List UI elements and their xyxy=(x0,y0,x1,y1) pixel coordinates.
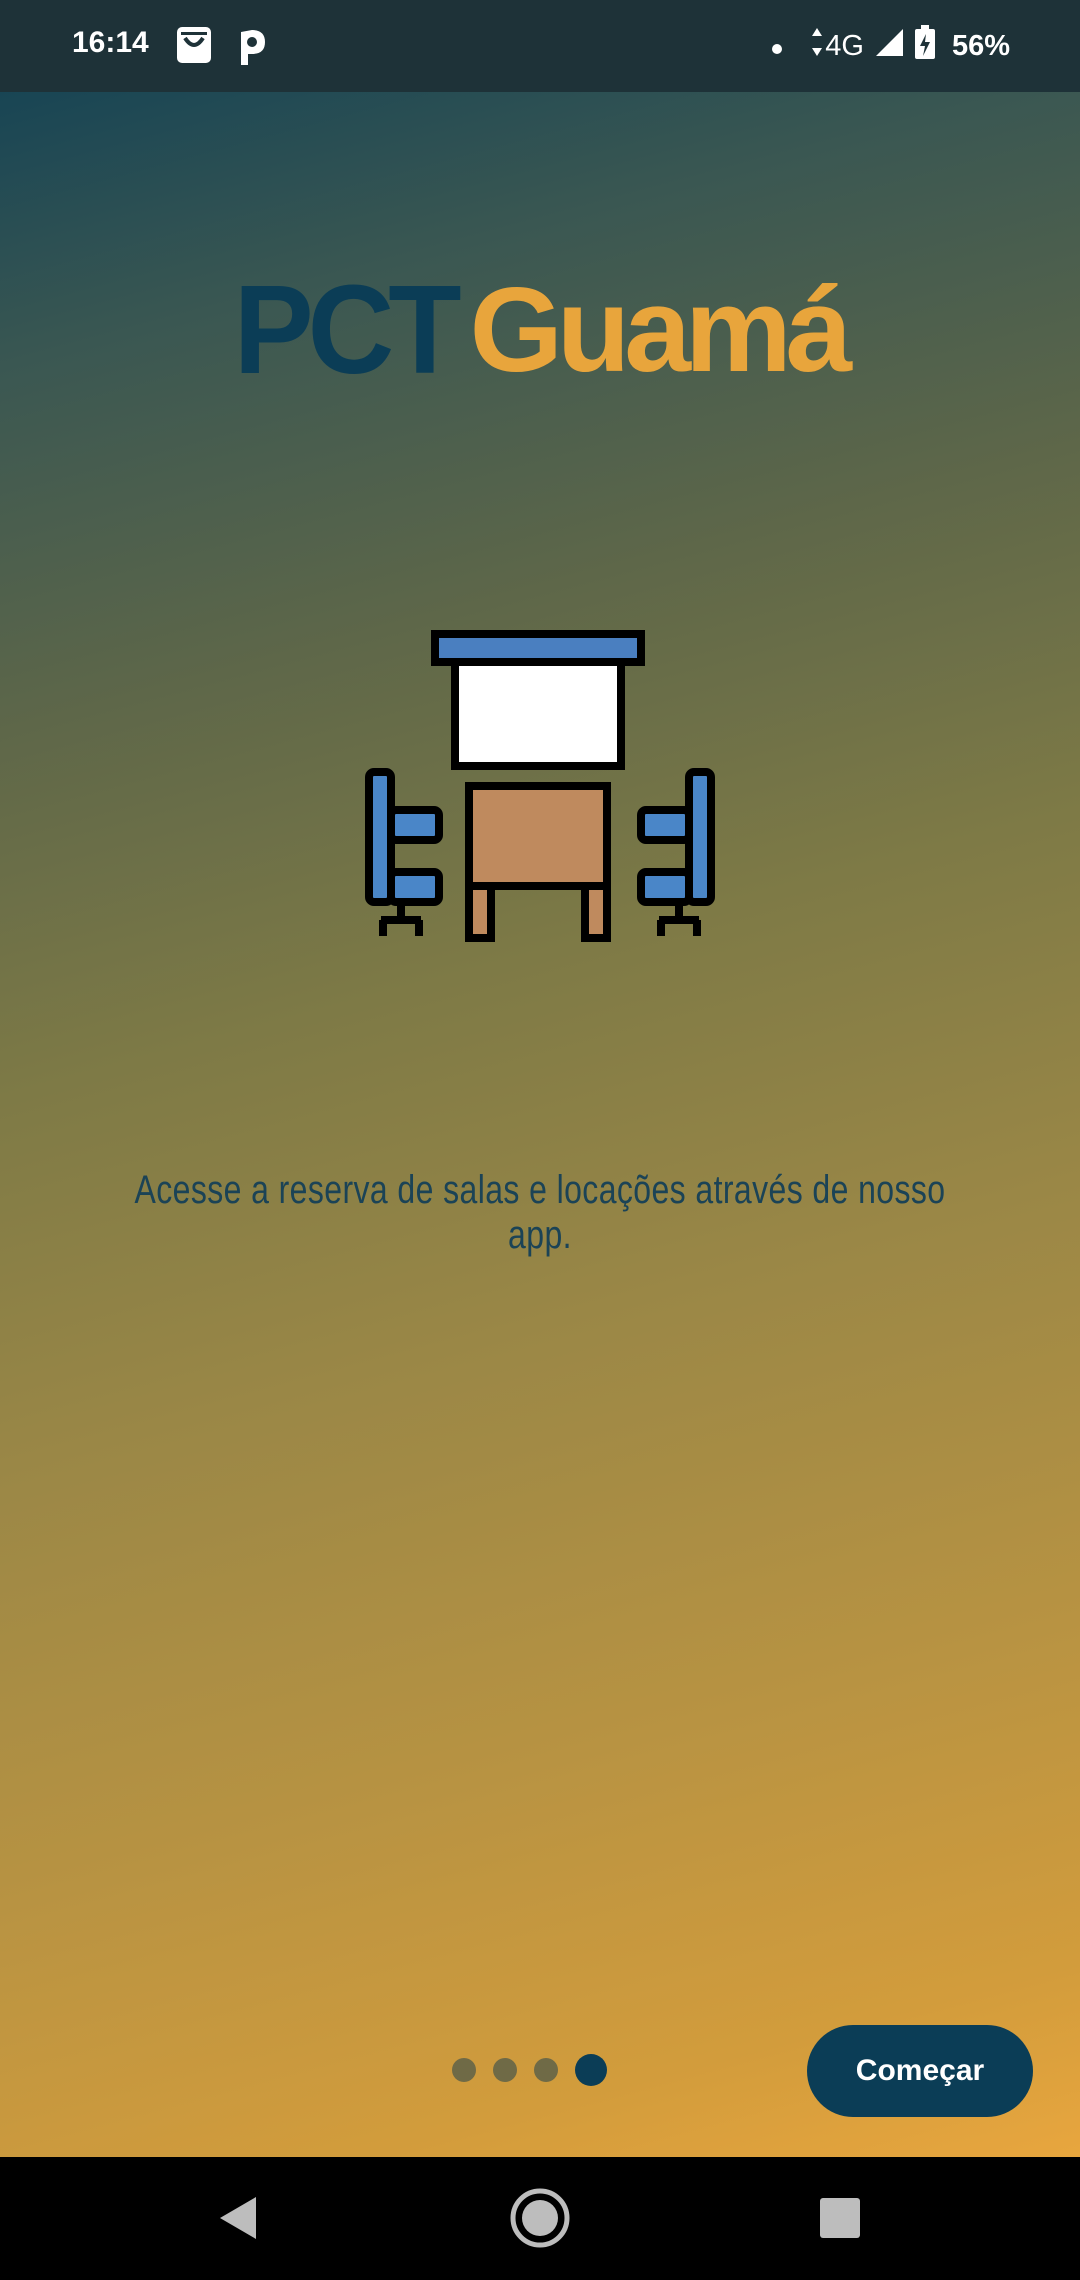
onboarding-screen: 16:14 4G 56% PCT Guamá Acesse a reserva … xyxy=(0,0,1080,2157)
page-dot-3[interactable] xyxy=(534,2058,558,2082)
page-dot-4-active[interactable] xyxy=(575,2054,607,2086)
status-bar: 16:14 4G 56% xyxy=(0,0,1080,92)
logo-text-pct: PCT xyxy=(233,259,462,401)
recents-icon[interactable] xyxy=(807,2185,873,2251)
status-indicators: 4G 56% xyxy=(771,24,1010,68)
status-time: 16:14 xyxy=(72,26,149,59)
network-type: 4G xyxy=(825,29,864,62)
system-navigation-bar xyxy=(0,2157,1080,2280)
onboarding-caption: Acesse a reserva de salas e locações atr… xyxy=(134,1168,946,1257)
shopping-bag-icon xyxy=(174,24,214,68)
home-icon[interactable] xyxy=(507,2185,573,2251)
signal-icon xyxy=(874,27,904,65)
battery-percentage: 56% xyxy=(951,29,1010,62)
page-dot-1[interactable] xyxy=(452,2058,476,2082)
start-button[interactable]: Começar xyxy=(807,2025,1033,2117)
app-logo: PCT Guamá xyxy=(0,259,1080,401)
data-arrows-icon xyxy=(811,26,823,66)
parking-icon xyxy=(232,24,272,68)
page-indicator xyxy=(452,2054,607,2086)
meeting-room-icon xyxy=(365,630,715,950)
page-dot-2[interactable] xyxy=(493,2058,517,2082)
back-icon[interactable] xyxy=(206,2185,272,2251)
notification-dot-icon xyxy=(771,30,783,63)
battery-charging-icon xyxy=(914,25,936,67)
logo-text-guama: Guamá xyxy=(469,263,853,397)
